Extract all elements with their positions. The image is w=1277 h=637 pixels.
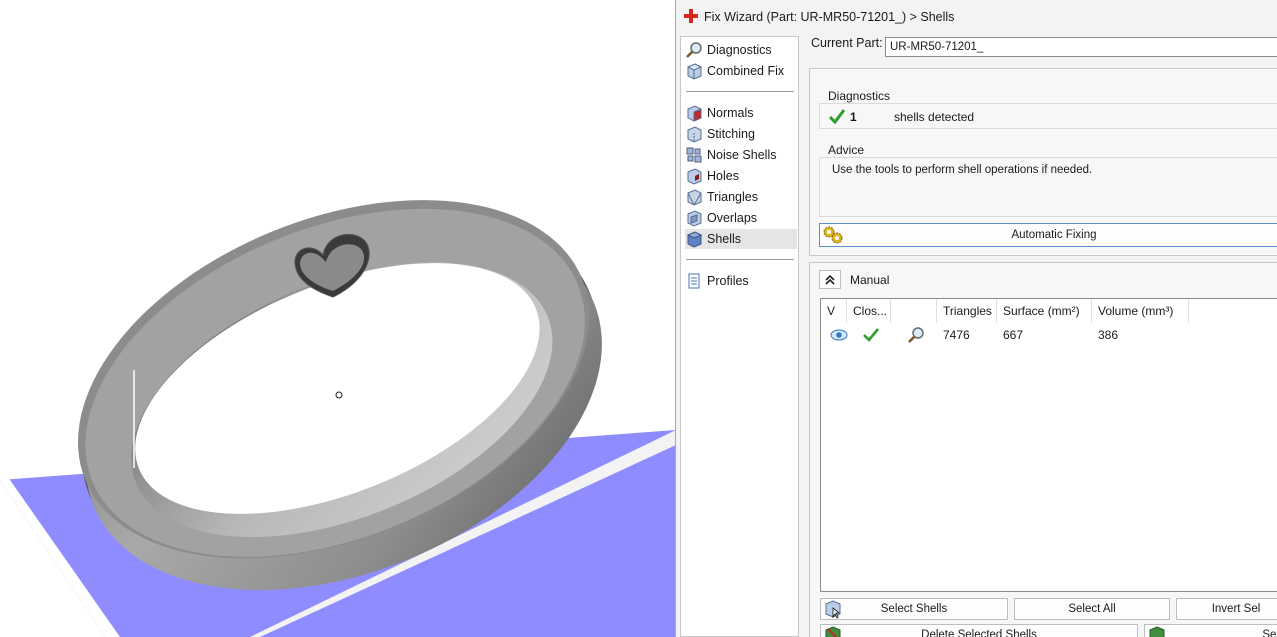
column-header-zoom[interactable] (891, 299, 937, 323)
triangles-cell: 7476 (943, 328, 970, 342)
select-all-label: Select All (1068, 603, 1116, 615)
delete-cube-icon (825, 626, 841, 637)
select-shells-button[interactable]: Select Shells (820, 598, 1008, 620)
nav-item-label: Holes (707, 169, 739, 183)
automatic-fixing-button[interactable]: Automatic Fixing (819, 223, 1277, 247)
nav-item-label: Diagnostics (707, 43, 772, 57)
select-all-button[interactable]: Select All (1014, 598, 1170, 620)
holes-cube-icon (687, 168, 702, 185)
nav-item-shells[interactable]: Shells (685, 229, 797, 249)
collapse-manual-button[interactable] (819, 270, 841, 289)
separate-label: Separ (1262, 629, 1277, 637)
delete-selected-shells-label: Delete Selected Shells (921, 629, 1037, 637)
eye-icon[interactable] (830, 328, 848, 342)
diagnostics-group-title: Diagnostics (828, 89, 891, 103)
nav-item-normals[interactable]: Normals (685, 103, 797, 123)
nav-item-triangles[interactable]: Triangles (685, 187, 797, 207)
nav-item-diagnostics[interactable]: Diagnostics (685, 40, 797, 60)
3d-viewport[interactable] (0, 0, 676, 637)
overlaps-cube-icon (687, 210, 702, 227)
separate-button[interactable]: Separ (1144, 624, 1277, 637)
cube-icon (686, 63, 703, 80)
gears-icon (823, 226, 843, 244)
shells-table[interactable]: V Clos... Triangles Surface (mm²) Volume… (820, 298, 1277, 592)
column-header-surface[interactable]: Surface (mm²) (997, 299, 1092, 323)
nav-item-stitching[interactable]: Stitching (685, 124, 797, 144)
column-header-volume[interactable]: Volume (mm³) (1092, 299, 1189, 323)
triangles-cube-icon (687, 189, 702, 206)
magnifier-icon[interactable] (907, 326, 925, 344)
separate-cube-icon (1149, 626, 1165, 637)
nav-item-label: Combined Fix (707, 64, 785, 78)
advice-text: Use the tools to perform shell operation… (832, 164, 1093, 176)
viewport-scene (0, 200, 676, 637)
column-header-visible[interactable]: V (821, 299, 847, 323)
nav-item-holes[interactable]: Holes (685, 166, 797, 186)
nav-item-profiles[interactable]: Profiles (685, 271, 797, 291)
nav-item-label: Stitching (707, 127, 755, 141)
invert-selection-button[interactable]: Invert Sel (1176, 598, 1277, 620)
select-cube-icon (825, 600, 841, 619)
nav-item-label: Overlaps (707, 211, 758, 225)
diagnostics-panel: Diagnostics 1 shells detected Advice Use… (809, 68, 1277, 256)
nav-item-noise-shells[interactable]: Noise Shells (685, 145, 797, 165)
surface-cell: 667 (1003, 328, 1024, 342)
nav-item-label: Profiles (707, 274, 749, 288)
nav-item-overlaps[interactable]: Overlaps (685, 208, 797, 228)
select-shells-label: Select Shells (880, 603, 948, 615)
shells-cube-icon (686, 231, 703, 248)
noise-shells-icon (686, 147, 702, 163)
nav-item-combined-fix[interactable]: Combined Fix (685, 61, 797, 81)
magnifier-icon (686, 42, 702, 58)
window-title: Fix Wizard (Part: UR-MR50-71201_) > Shel… (704, 10, 955, 24)
document-icon (688, 273, 700, 289)
rotation-center-marker (335, 391, 343, 399)
nav-item-label: Triangles (707, 190, 758, 204)
column-header-triangles[interactable]: Triangles (937, 299, 997, 323)
advice-group-title: Advice (828, 143, 865, 157)
manual-panel: Manual V Clos... Triangles Surface (mm²)… (809, 262, 1277, 637)
invert-selection-label: Invert Sel (1211, 603, 1261, 615)
visibility-cell[interactable] (824, 325, 848, 345)
delete-selected-shells-button[interactable]: Delete Selected Shells (820, 624, 1138, 637)
checkmark-icon (863, 328, 880, 342)
current-part-label: Current Part: (811, 36, 883, 50)
nav-item-label: Shells (707, 232, 742, 246)
fix-wizard-dialog: Fix Wizard (Part: UR-MR50-71201_) > Shel… (675, 0, 1277, 637)
current-part-field[interactable] (885, 37, 1277, 57)
chevron-up-icon (825, 274, 835, 285)
wizard-navigation: Diagnostics Combined Fix Normals Stitchi… (680, 36, 799, 637)
automatic-fixing-label: Automatic Fixing (1011, 229, 1097, 241)
nav-item-label: Noise Shells (707, 148, 777, 162)
title-bar[interactable]: Fix Wizard (Part: UR-MR50-71201_) > Shel… (676, 0, 1277, 32)
shell-count: 1 (850, 110, 857, 124)
diagnostics-group-box (819, 103, 1277, 129)
manual-label: Manual (850, 273, 890, 287)
stitching-cube-icon (687, 126, 702, 143)
zoom-cell[interactable] (901, 325, 931, 345)
volume-cell: 386 (1098, 328, 1119, 342)
column-header-closed[interactable]: Clos... (847, 299, 891, 323)
red-cross-icon (684, 9, 698, 23)
nav-item-label: Normals (707, 106, 754, 120)
shells-detected-text: shells detected (894, 110, 975, 124)
closed-cell (857, 325, 887, 345)
checkmark-icon (829, 109, 845, 124)
normals-cube-icon (687, 105, 702, 122)
